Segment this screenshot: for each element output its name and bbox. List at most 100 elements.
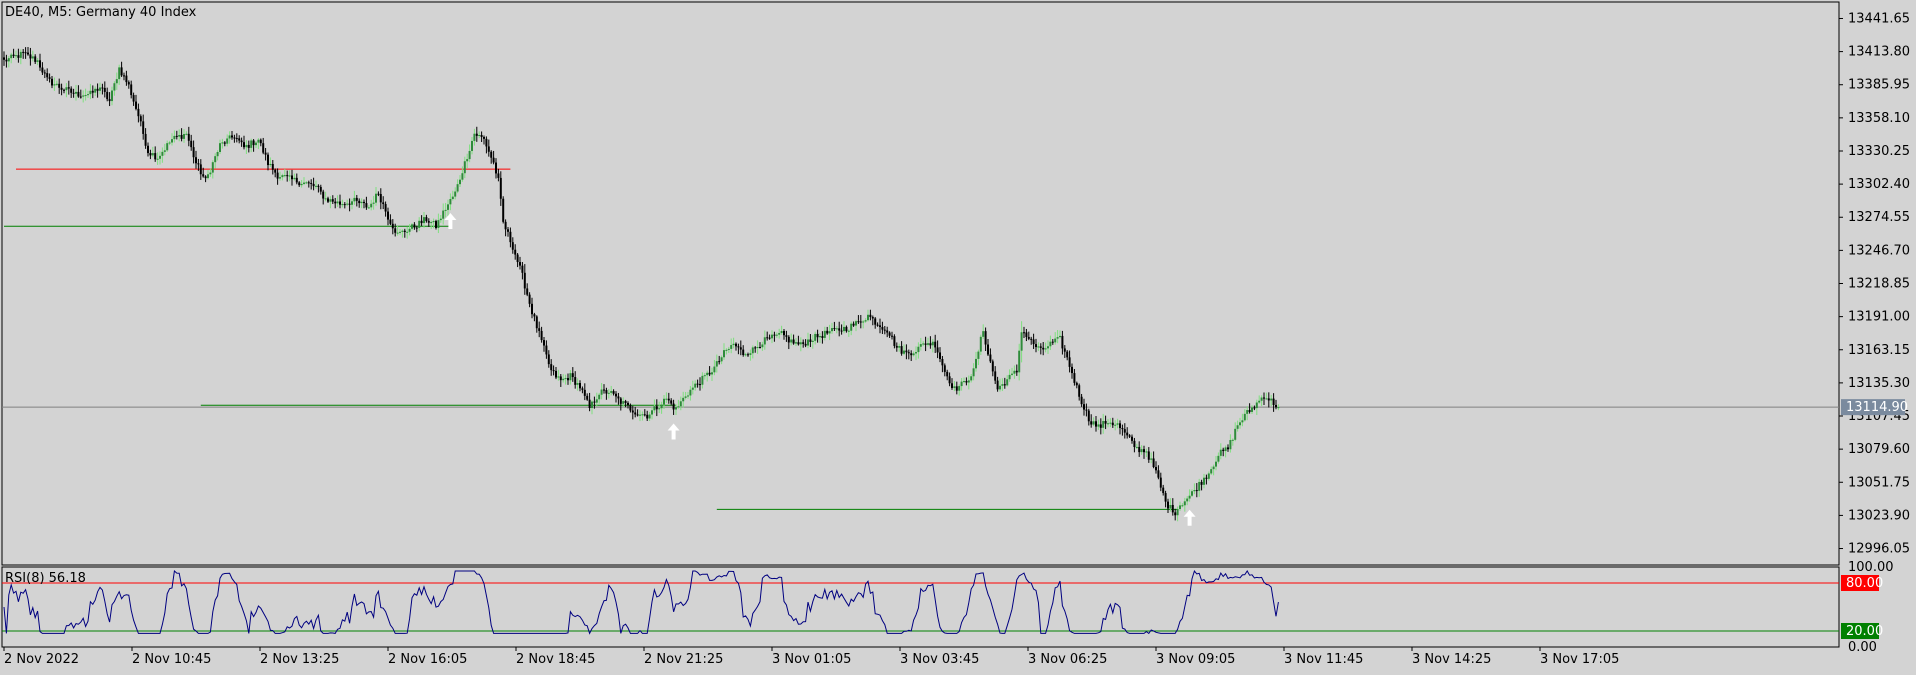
- bear-candle-body: [343, 204, 346, 206]
- bull-candle-body: [250, 140, 253, 148]
- bull-candle-body: [1109, 422, 1112, 424]
- bear-candle-body: [951, 383, 953, 388]
- bull-candle-body: [807, 339, 809, 346]
- bull-candle-body: [915, 352, 917, 354]
- bull-candle-body: [960, 381, 963, 387]
- bull-candle-body: [226, 138, 229, 144]
- bear-candle-body: [497, 173, 500, 178]
- bear-candle-body: [142, 121, 145, 134]
- bull-candle-body: [658, 408, 661, 410]
- bear-candle-body: [1073, 373, 1076, 383]
- bull-candle-body: [1116, 423, 1119, 425]
- bear-candle-body: [264, 152, 267, 155]
- bear-candle-body: [1104, 421, 1107, 424]
- bull-candle-body: [720, 357, 723, 362]
- bull-candle-body: [730, 345, 733, 349]
- bear-candle-body: [1051, 341, 1054, 343]
- bear-candle-body: [223, 142, 226, 144]
- bull-candle-body: [211, 162, 214, 173]
- bull-candle-body: [1246, 410, 1249, 414]
- bear-candle-body: [123, 75, 125, 77]
- bull-candle-body: [775, 334, 778, 336]
- bear-candle-body: [833, 328, 836, 330]
- bull-candle-body: [173, 135, 176, 140]
- bear-candle-body: [1075, 382, 1078, 386]
- bear-candle-body: [1090, 421, 1093, 425]
- bear-candle-body: [1263, 397, 1265, 399]
- bull-candle-body: [562, 378, 565, 381]
- bear-candle-body: [355, 197, 358, 201]
- time-tick-label: 3 Nov 09:05: [1156, 652, 1235, 667]
- bear-candle-body: [298, 182, 301, 186]
- bear-candle-body: [51, 78, 53, 86]
- bear-candle-body: [3, 57, 5, 60]
- bull-candle-body: [353, 197, 356, 202]
- bull-candle-body: [269, 163, 272, 166]
- bull-candle-body: [283, 175, 286, 177]
- bull-candle-body: [161, 151, 164, 156]
- bull-candle-body: [703, 375, 706, 377]
- bull-candle-body: [442, 210, 445, 219]
- bear-candle-body: [387, 211, 389, 220]
- bear-candle-body: [274, 169, 277, 173]
- bull-candle-body: [679, 401, 682, 407]
- bull-candle-body: [1212, 466, 1215, 470]
- bear-candle-body: [879, 325, 881, 327]
- bear-candle-body: [619, 398, 622, 404]
- bear-candle-body: [502, 198, 505, 222]
- bull-candle-body: [790, 339, 793, 343]
- bull-candle-body: [375, 193, 377, 203]
- bear-candle-body: [1167, 501, 1169, 509]
- rsi-level-tag-label: 20.00: [1846, 624, 1883, 639]
- bull-candle-body: [778, 332, 781, 335]
- chart-canvas[interactable]: 13441.65 13413.80 13385.95 13358.10 13330.25…: [0, 0, 1916, 671]
- bear-candle-body: [838, 328, 841, 331]
- bull-candle-body: [610, 391, 613, 393]
- bull-candle-body: [437, 220, 440, 228]
- bull-candle-body: [53, 84, 56, 86]
- bear-candle-body: [759, 347, 761, 349]
- bull-candle-body: [1044, 348, 1047, 350]
- bull-candle-body: [823, 330, 826, 338]
- bull-candle-body: [1150, 458, 1153, 460]
- bear-candle-body: [1042, 347, 1045, 350]
- bear-candle-body: [1157, 470, 1160, 478]
- bull-candle-body: [1054, 338, 1057, 343]
- bull-candle-body: [1236, 425, 1239, 429]
- bull-candle-body: [677, 406, 680, 408]
- bear-candle-body: [120, 67, 123, 76]
- time-tick-label: 2 Nov 10:45: [132, 652, 211, 667]
- bull-candle-body: [903, 350, 905, 354]
- bear-candle-body: [667, 398, 670, 401]
- bull-candle-body: [401, 230, 404, 232]
- bear-candle-body: [907, 352, 910, 354]
- bear-candle-body: [538, 328, 541, 331]
- bear-candle-body: [307, 182, 310, 184]
- bear-candle-body: [521, 265, 524, 273]
- bull-candle-body: [329, 199, 332, 202]
- bull-candle-body: [75, 91, 77, 94]
- bear-candle-body: [413, 224, 416, 228]
- bull-candle-body: [1056, 337, 1059, 339]
- chart-window[interactable]: 13441.65 13413.80 13385.95 13358.10 13330.25…: [0, 0, 1916, 671]
- bear-candle-body: [389, 219, 392, 224]
- bear-candle-body: [1195, 490, 1198, 492]
- bear-candle-body: [845, 326, 848, 332]
- bull-candle-body: [454, 191, 457, 197]
- bear-candle-body: [1068, 357, 1071, 367]
- time-tick-label: 2 Nov 18:45: [516, 652, 595, 667]
- bull-candle-body: [65, 87, 68, 91]
- bear-candle-body: [425, 217, 428, 222]
- bear-candle-body: [583, 389, 586, 396]
- bull-candle-body: [171, 139, 173, 143]
- bear-candle-body: [876, 324, 879, 326]
- bear-candle-body: [936, 347, 939, 353]
- bear-candle-body: [1133, 440, 1136, 447]
- bull-candle-body: [209, 172, 212, 175]
- bull-candle-body: [1191, 491, 1193, 496]
- bear-candle-body: [79, 96, 82, 98]
- bear-candle-body: [840, 330, 843, 332]
- bull-candle-body: [811, 340, 814, 342]
- bull-candle-body: [1186, 498, 1189, 502]
- bull-candle-body: [1243, 413, 1246, 421]
